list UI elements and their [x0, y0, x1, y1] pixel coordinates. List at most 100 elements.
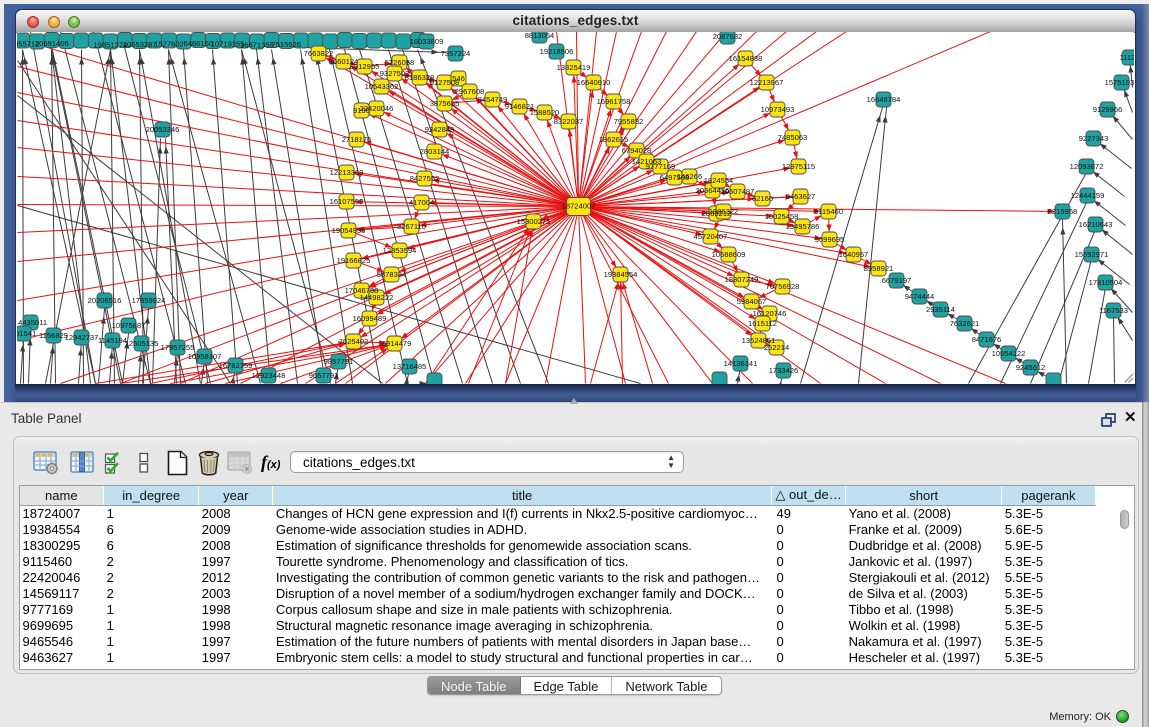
svg-text:12093872: 12093872: [1069, 161, 1103, 170]
svg-text:1886322: 1886322: [708, 206, 738, 215]
svg-text:5878334: 5878334: [376, 269, 406, 278]
svg-text:7485063: 7485063: [777, 132, 807, 141]
svg-text:252214: 252214: [763, 342, 788, 351]
svg-text:17810504: 17810504: [1088, 277, 1122, 286]
svg-text:7955832: 7955832: [613, 116, 643, 125]
svg-text:546: 546: [452, 73, 465, 82]
svg-text:10975887: 10975887: [111, 320, 145, 329]
svg-text:7632621: 7632621: [949, 318, 979, 327]
svg-text:19166825: 19166825: [336, 255, 370, 264]
svg-text:10025458: 10025458: [764, 211, 798, 220]
svg-text:8427552: 8427552: [409, 173, 439, 182]
svg-text:17359924: 17359924: [131, 295, 165, 304]
svg-text:6794028: 6794028: [621, 145, 651, 154]
svg-text:1167533: 1167533: [1099, 305, 1128, 314]
svg-text:15692971: 15692971: [1074, 249, 1108, 258]
svg-text:12975115: 12975115: [781, 161, 814, 170]
svg-text:5984067: 5984067: [736, 296, 766, 305]
svg-text:16671355: 16671355: [240, 40, 274, 49]
svg-text:9115460: 9115460: [814, 206, 843, 215]
svg-text:20691406: 20691406: [34, 39, 68, 48]
svg-text:1862615: 1862615: [598, 134, 628, 143]
svg-text:1527602: 1527602: [154, 39, 184, 48]
svg-text:1733426: 1733426: [768, 365, 798, 374]
svg-text:12213369: 12213369: [329, 167, 363, 176]
svg-text:20206516: 20206516: [87, 295, 121, 304]
svg-text:9474444: 9474444: [904, 291, 934, 300]
svg-text:45720407: 45720407: [693, 231, 727, 240]
svg-text:1615112: 1615112: [748, 318, 777, 327]
svg-text:9196: 9196: [353, 105, 370, 114]
svg-text:16033809: 16033809: [409, 36, 443, 45]
svg-text:10654122: 10654122: [991, 348, 1025, 357]
svg-text:146266: 146266: [676, 171, 701, 180]
svg-text:9242848: 9242848: [424, 124, 454, 133]
svg-text:7625402: 7625402: [338, 336, 368, 345]
svg-text:70756928: 70756928: [765, 281, 799, 290]
svg-text:9657791: 9657791: [308, 370, 338, 379]
svg-text:16648784: 16648784: [866, 94, 900, 103]
svg-text:9463627: 9463627: [785, 191, 815, 200]
svg-text:8454749: 8454749: [477, 94, 507, 103]
svg-text:391541: 391541: [17, 328, 36, 337]
svg-text:19384554: 19384554: [603, 269, 637, 278]
svg-text:10973493: 10973493: [760, 104, 794, 113]
svg-text:9857791: 9857791: [323, 356, 353, 365]
svg-text:9227343: 9227343: [1078, 133, 1108, 142]
svg-text:16154838: 16154838: [728, 53, 762, 62]
svg-text:18807249: 18807249: [724, 274, 758, 283]
svg-text:2718176: 2718176: [341, 134, 371, 143]
svg-text:16107553: 16107553: [329, 196, 363, 205]
svg-text:11123: 11123: [1119, 52, 1134, 61]
svg-text:9245612: 9245612: [1015, 362, 1045, 371]
svg-text:8912955: 8912955: [349, 61, 379, 70]
svg-text:18724007: 18724007: [561, 201, 595, 210]
svg-text:10688609: 10688609: [711, 249, 745, 258]
svg-text:9777169: 9777169: [645, 161, 675, 170]
svg-text:12353594: 12353594: [382, 245, 416, 254]
svg-text:10507487: 10507487: [720, 186, 754, 195]
svg-text:14435011: 14435011: [17, 317, 47, 326]
svg-text:15300275: 15300275: [516, 216, 550, 225]
svg-text:14498222: 14498222: [359, 292, 393, 301]
svg-text:1588520: 1588520: [529, 107, 559, 116]
svg-text:19054935: 19054935: [331, 225, 365, 234]
svg-text:16640910: 16640910: [576, 77, 610, 86]
svg-text:7515526: 7515526: [271, 40, 301, 49]
svg-text:12923448: 12923448: [251, 370, 285, 379]
svg-text:2803144: 2803144: [419, 146, 449, 155]
svg-text:6466160: 6466160: [183, 39, 213, 48]
svg-text:8322037: 8322037: [553, 116, 583, 125]
svg-text:10958107: 10958107: [187, 351, 221, 360]
svg-text:10653287: 10653287: [122, 40, 156, 49]
svg-text:2935114: 2935114: [926, 304, 955, 313]
svg-text:1640957: 1640957: [838, 249, 868, 258]
svg-text:3267110: 3267110: [397, 221, 426, 230]
svg-text:13325419: 13325419: [556, 62, 590, 71]
svg-text:6679197: 6679197: [881, 275, 911, 284]
svg-text:12505135: 12505135: [124, 338, 158, 347]
svg-text:12942737: 12942737: [64, 332, 98, 341]
svg-text:9129966: 9129966: [1092, 104, 1122, 113]
svg-text:1824554: 1824554: [703, 175, 733, 184]
svg-text:2087682: 2087682: [712, 32, 742, 41]
svg-text:20053346: 20053346: [145, 124, 179, 133]
svg-text:12213967: 12213967: [749, 77, 783, 86]
svg-text:7357224: 7357224: [440, 48, 470, 57]
svg-text:1145194: 1145194: [98, 335, 127, 344]
svg-text:3875685: 3875685: [429, 98, 459, 107]
svg-text:16961758: 16961758: [596, 96, 630, 105]
svg-text:16099489: 16099489: [352, 313, 386, 322]
svg-text:9699695: 9699695: [814, 234, 844, 243]
svg-text:16782759: 16782759: [218, 360, 252, 369]
svg-text:8471676: 8471676: [971, 334, 1001, 343]
svg-text:13716485: 13716485: [392, 361, 426, 370]
svg-text:417004: 417004: [408, 197, 433, 206]
svg-text:16210643: 16210643: [1078, 219, 1112, 228]
svg-text:12444159: 12444159: [1070, 190, 1104, 199]
svg-text:17957255: 17957255: [160, 342, 194, 351]
svg-text:16914479: 16914479: [377, 338, 411, 347]
svg-text:62160: 62160: [751, 193, 772, 202]
svg-text:13495786: 13495786: [785, 221, 819, 230]
svg-text:16120746: 16120746: [752, 308, 786, 317]
